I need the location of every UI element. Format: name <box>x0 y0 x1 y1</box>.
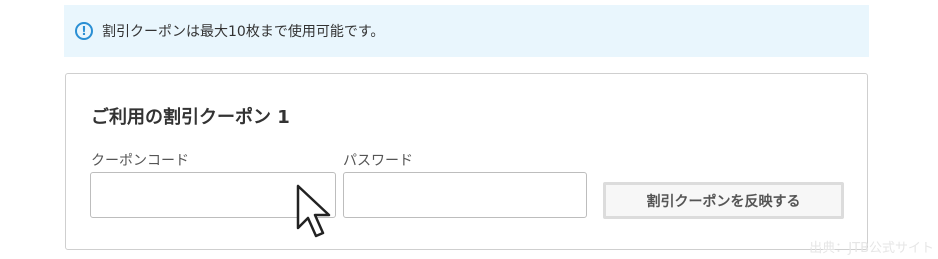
password-label: パスワード <box>343 153 413 169</box>
mouse-pointer-icon <box>296 184 331 238</box>
coupon-card-title: ご利用の割引クーポン 1 <box>91 107 290 128</box>
coupon-limit-notice: ! 割引クーポンは最大10枚まで使用可能です。 <box>64 5 869 57</box>
password-input[interactable] <box>343 172 587 218</box>
info-icon: ! <box>75 22 93 40</box>
coupon-card: ご利用の割引クーポン 1 クーポンコード パスワード 割引クーポンを反映する <box>65 73 868 250</box>
notice-text: 割引クーポンは最大10枚まで使用可能です。 <box>102 24 385 40</box>
source-watermark: 出典：JTB公式サイト <box>809 241 934 256</box>
coupon-code-label: クーポンコード <box>91 153 189 169</box>
apply-coupon-button[interactable]: 割引クーポンを反映する <box>603 182 844 219</box>
